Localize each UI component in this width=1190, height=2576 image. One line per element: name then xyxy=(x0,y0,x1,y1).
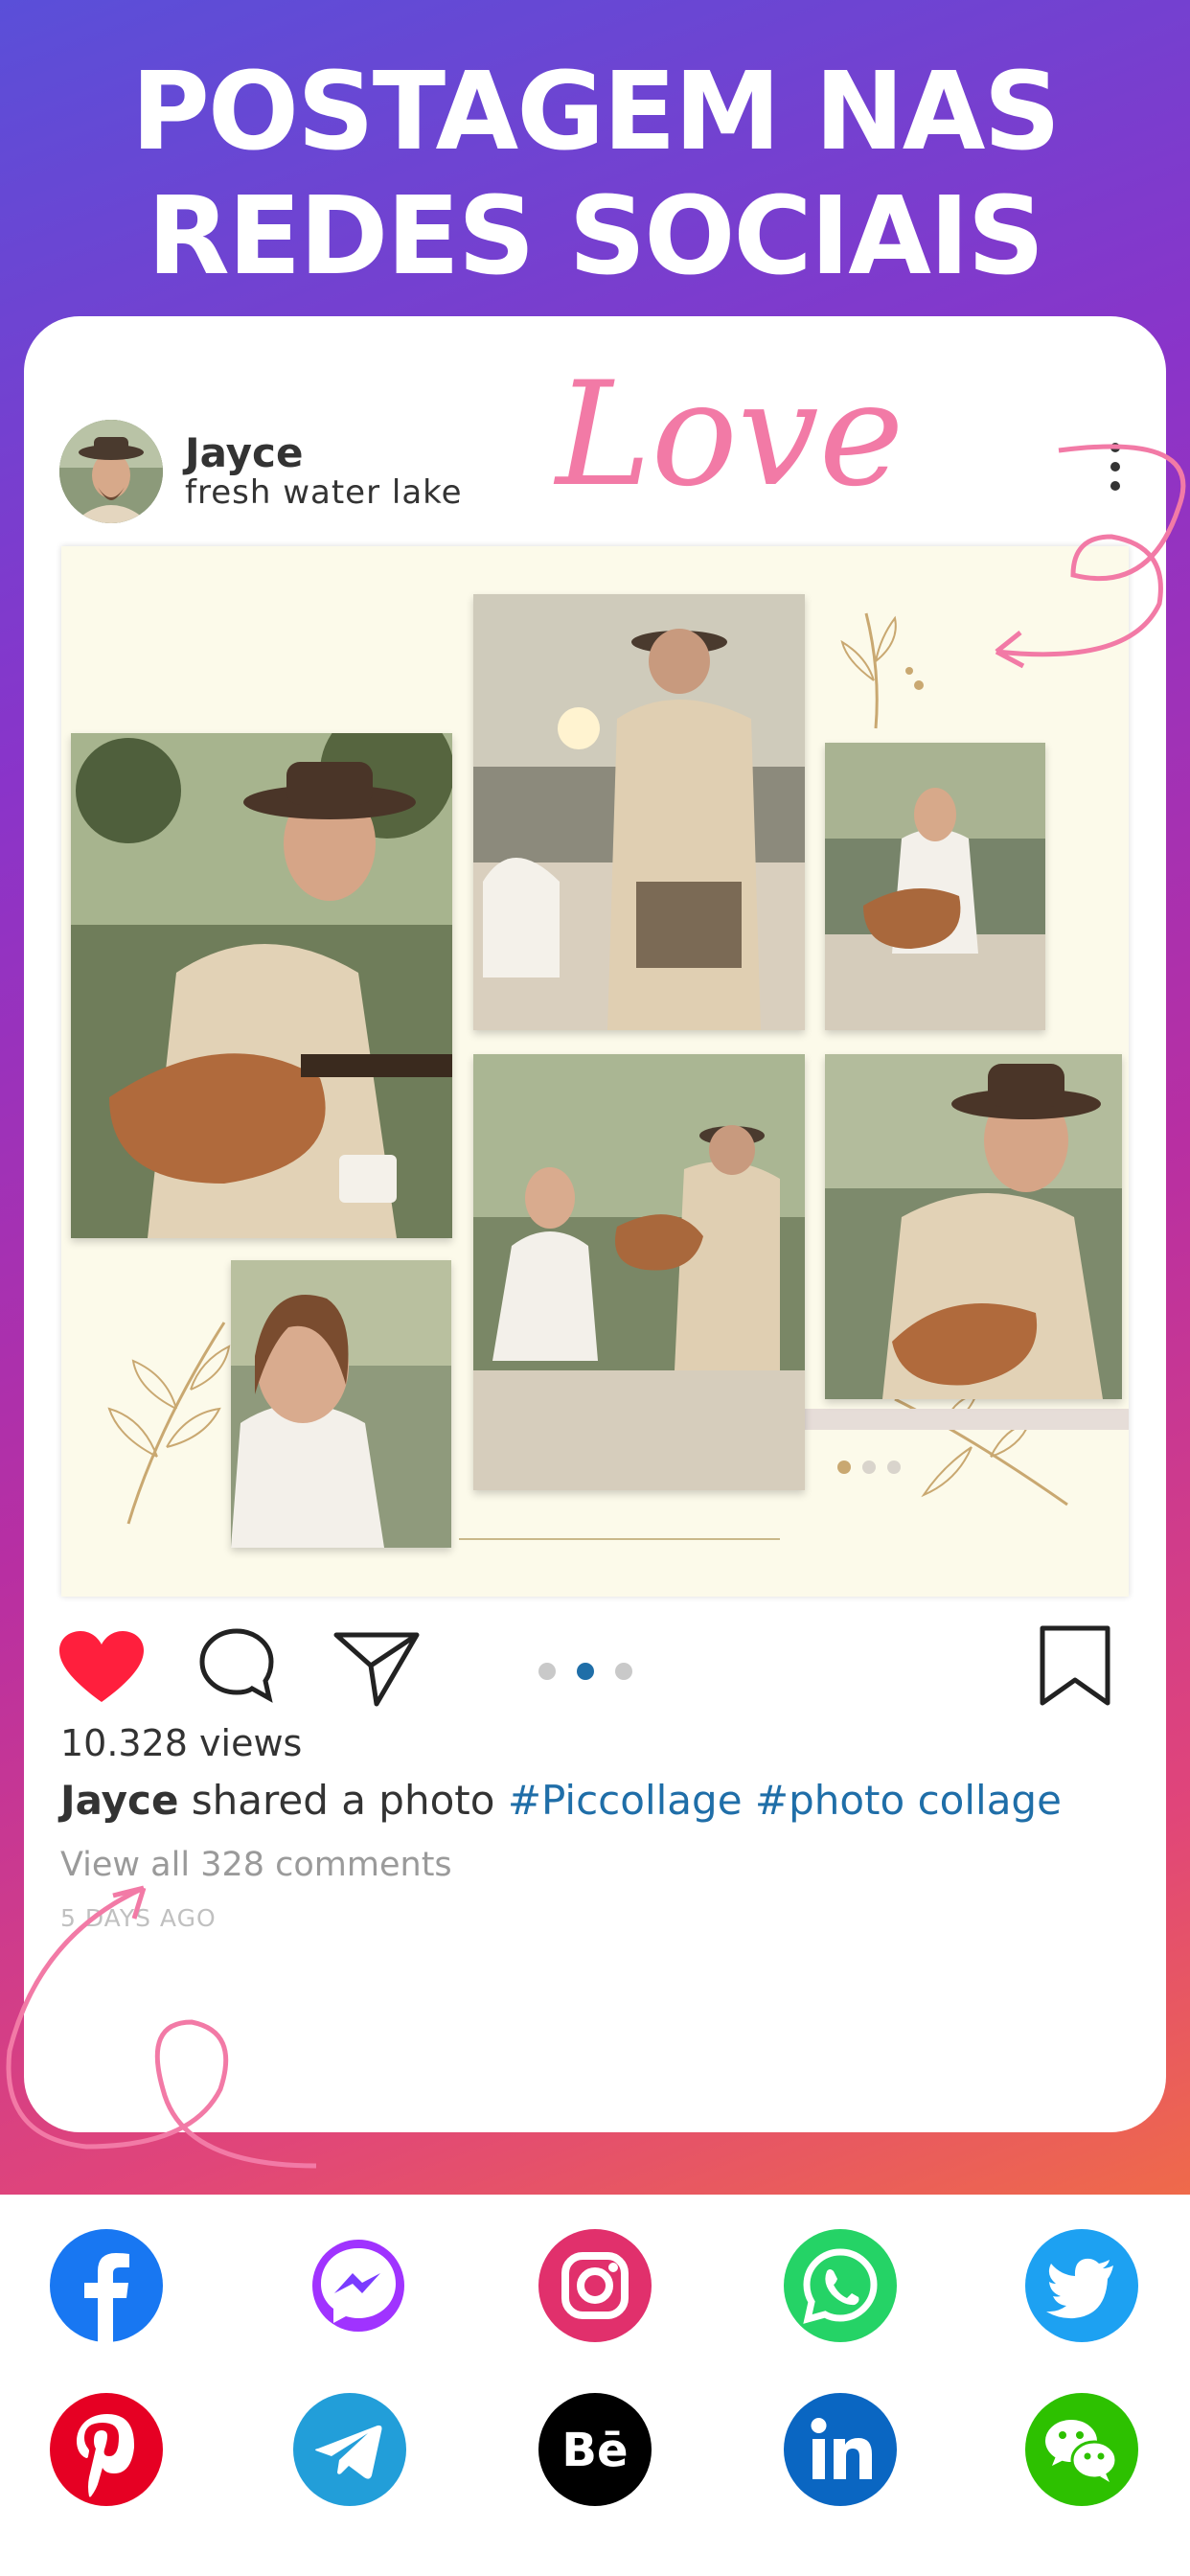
collage-photo-1[interactable] xyxy=(71,733,452,1238)
love-text: Love xyxy=(553,352,904,518)
swirl-arrow-decoration xyxy=(6,1885,317,2169)
post-username[interactable]: Jayce xyxy=(185,429,303,476)
behance-icon[interactable]: Bē xyxy=(538,2393,652,2506)
like-heart-icon[interactable] xyxy=(57,1629,146,1710)
views-count: 10.328 views xyxy=(60,1722,303,1764)
collage-photo-6[interactable] xyxy=(825,1054,1122,1399)
caption-text: shared a photo xyxy=(178,1777,508,1824)
collage-photo-5[interactable] xyxy=(473,1054,805,1490)
share-send-icon[interactable] xyxy=(332,1627,421,1712)
post-location[interactable]: fresh water lake xyxy=(185,473,463,512)
wechat-icon[interactable] xyxy=(1025,2393,1138,2506)
love-script-decoration: Love xyxy=(553,352,1186,669)
decor-bar xyxy=(799,1409,1129,1430)
headline-line-2: REDES SOCIAIS xyxy=(147,174,1045,299)
twitter-icon[interactable] xyxy=(1025,2229,1138,2342)
instagram-icon[interactable] xyxy=(538,2229,652,2342)
bookmark-icon[interactable] xyxy=(1039,1624,1111,1711)
caption-hashtags[interactable]: #Piccollage #photo collage xyxy=(508,1777,1062,1824)
telegram-icon[interactable] xyxy=(293,2393,406,2506)
messenger-icon[interactable] xyxy=(302,2229,415,2342)
headline-line-1: POSTAGEM NAS xyxy=(130,50,1061,174)
avatar[interactable] xyxy=(59,420,163,523)
pinterest-icon[interactable] xyxy=(50,2393,163,2506)
comment-bubble-icon[interactable] xyxy=(196,1625,277,1710)
collage-photo-4[interactable] xyxy=(825,743,1045,1030)
svg-text:Bē: Bē xyxy=(561,2424,628,2477)
divider-line xyxy=(459,1538,780,1540)
whatsapp-icon[interactable] xyxy=(784,2229,897,2342)
collage-photo-2[interactable] xyxy=(231,1260,451,1548)
branch-decoration-icon xyxy=(107,1322,231,1525)
photo-collage[interactable] xyxy=(61,546,1129,1597)
post-caption: Jayce shared a photo #Piccollage #photo … xyxy=(60,1777,1062,1824)
caption-username[interactable]: Jayce xyxy=(60,1777,178,1824)
linkedin-icon[interactable] xyxy=(784,2393,897,2506)
facebook-icon[interactable] xyxy=(50,2229,163,2342)
